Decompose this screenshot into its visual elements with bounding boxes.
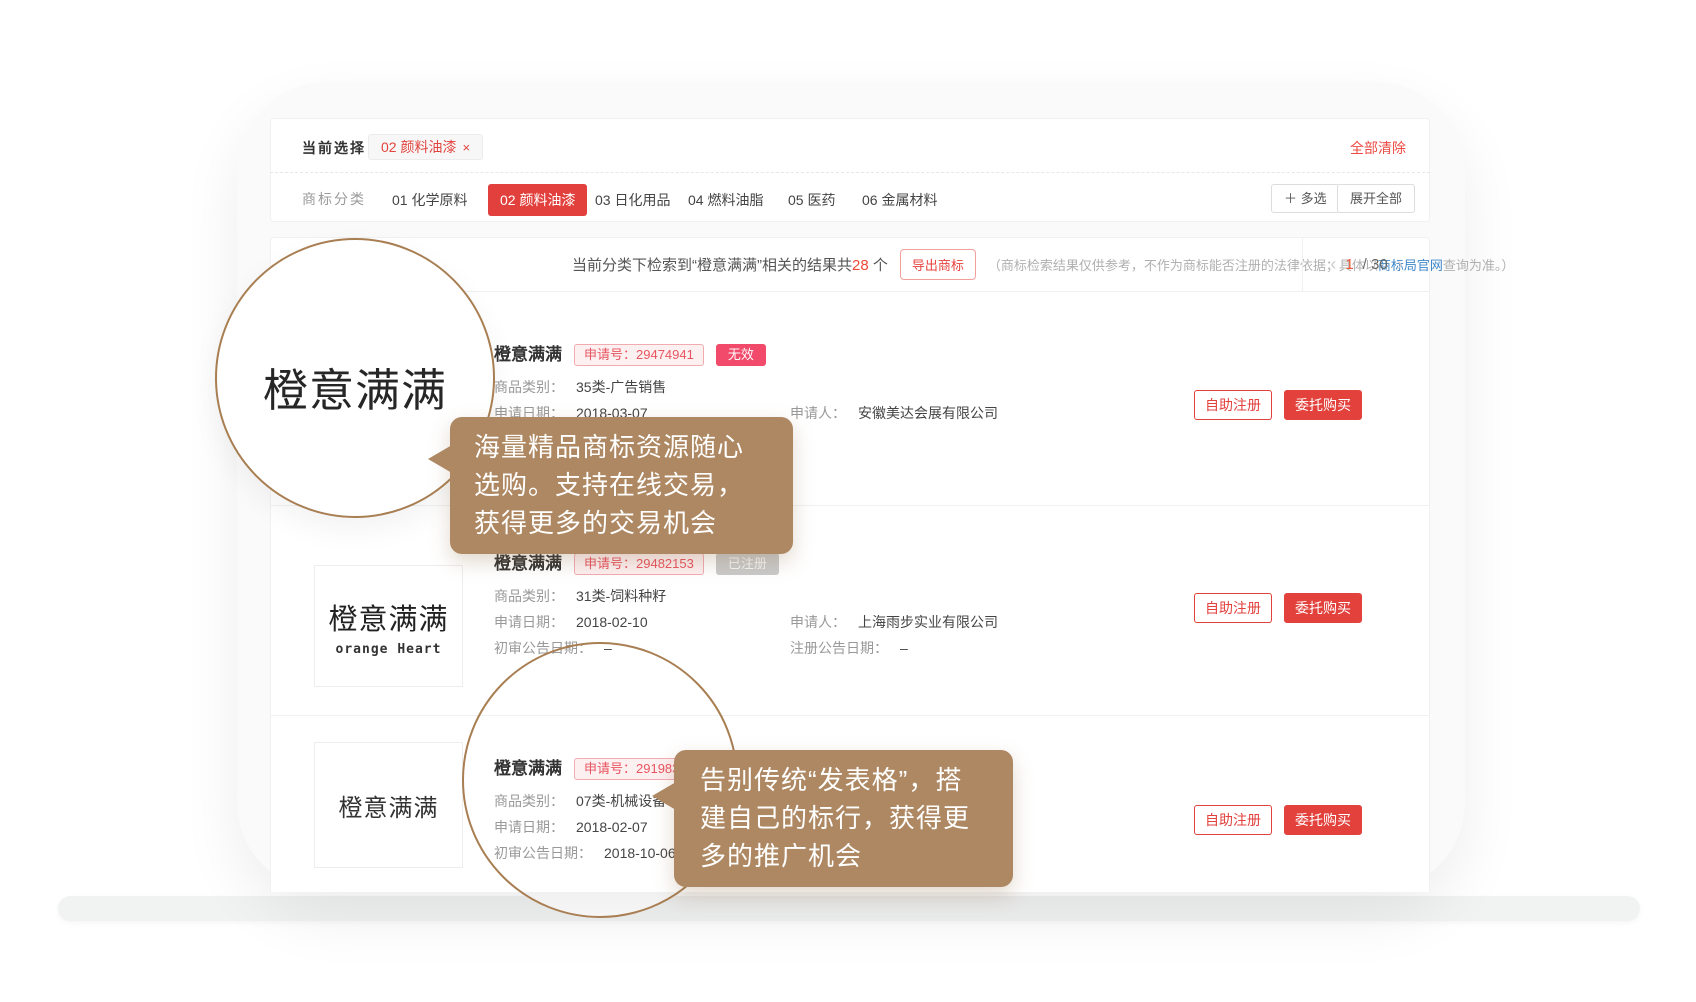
category-tab-04[interactable]: 04 燃料油脂: [688, 190, 763, 210]
selected-filter-tag[interactable]: 02 颜料油漆 ×: [368, 134, 483, 160]
apply-no-badge: 申请号：29482153: [574, 553, 704, 575]
tooltip-arrow-icon: [428, 445, 452, 473]
category-tab-01[interactable]: 01 化学原料: [392, 190, 467, 210]
current-selection-label: 当前选择: [302, 139, 366, 157]
status-badge: 已注册: [716, 553, 779, 575]
trademark-logo-2: 橙意满满 orange Heart: [314, 565, 463, 687]
apply-date-line: 申请日期：2018-02-10 申请人：上海雨步实业有限公司: [494, 613, 648, 631]
expand-all-button[interactable]: 展开全部: [1337, 184, 1415, 213]
self-register-button[interactable]: 自助注册: [1194, 390, 1272, 420]
row-divider: [270, 715, 1430, 716]
results-summary-text: 当前分类下检索到“橙意满满”相关的结果共28 个: [572, 254, 888, 275]
tooltip-marketplace: 海量精品商标资源随心选购。支持在线交易，获得更多的交易机会: [450, 417, 793, 554]
category-tab-02-selected[interactable]: 02 颜料油漆: [488, 184, 587, 216]
entrust-buy-button[interactable]: 委托购买: [1284, 805, 1362, 835]
status-badge: 无效: [716, 344, 766, 366]
trademark-name: 橙意满满 申请号：29474941 无效: [494, 342, 766, 368]
category-tab-05[interactable]: 05 医药: [788, 190, 835, 210]
trademark-name: 橙意满满 申请号：29482153 已注册: [494, 551, 779, 577]
selected-filter-tag-label: 02 颜料油漆: [381, 139, 456, 155]
logo-main-text: 橙意满满: [328, 596, 448, 638]
category-tab-06[interactable]: 06 金属材料: [862, 190, 937, 210]
category-line: 商品类别：31类-饲料种籽: [494, 587, 666, 605]
apply-no-badge: 申请号：29474941: [574, 344, 704, 366]
magnified-trademark-text: 橙意满满: [263, 354, 447, 419]
row-divider: [270, 505, 1430, 506]
disclaimer-text: （商标检索结果仅供参考，不作为商标能否注册的法律依据；具体以商标局官网查询为准。…: [988, 255, 1515, 274]
results-count: 28: [852, 257, 869, 274]
entrust-buy-button[interactable]: 委托购买: [1284, 390, 1362, 420]
total-pages: / 30: [1363, 256, 1388, 273]
tag-close-icon[interactable]: ×: [462, 140, 470, 155]
logo-main-text: 橙意满满: [339, 788, 439, 823]
logo-sub-text: orange Heart: [336, 642, 442, 657]
prev-page-icon[interactable]: ‹: [1330, 254, 1336, 275]
entrust-buy-button[interactable]: 委托购买: [1284, 593, 1362, 623]
export-trademark-button[interactable]: 导出商标: [900, 249, 976, 280]
laptop-base-bar: [58, 896, 1640, 921]
category-tab-03[interactable]: 03 日化用品: [595, 190, 670, 210]
clear-all-link[interactable]: 全部清除: [1350, 139, 1398, 157]
self-register-button[interactable]: 自助注册: [1194, 593, 1272, 623]
pagination: ‹ 1 / 30 ›: [1302, 237, 1430, 291]
trademark-logo-3: 橙意满满: [314, 742, 463, 868]
trademark-category-label: 商标分类: [302, 190, 366, 208]
tooltip-promotion: 告别传统“发表格”，搭建自己的标行，获得更多的推广机会: [674, 750, 1013, 887]
current-page: 1: [1345, 256, 1353, 273]
category-line: 商品类别：35类-广告销售: [494, 378, 666, 396]
filter-divider: [270, 172, 1430, 173]
tooltip-arrow-icon: [652, 782, 676, 810]
page: 当前选择 02 颜料油漆 × 全部清除 商标分类 01 化学原料 02 颜料油漆 …: [0, 0, 1696, 1002]
multi-select-button[interactable]: ＋ 多选: [1271, 184, 1340, 213]
self-register-button[interactable]: 自助注册: [1194, 805, 1272, 835]
next-page-icon[interactable]: ›: [1397, 254, 1403, 275]
